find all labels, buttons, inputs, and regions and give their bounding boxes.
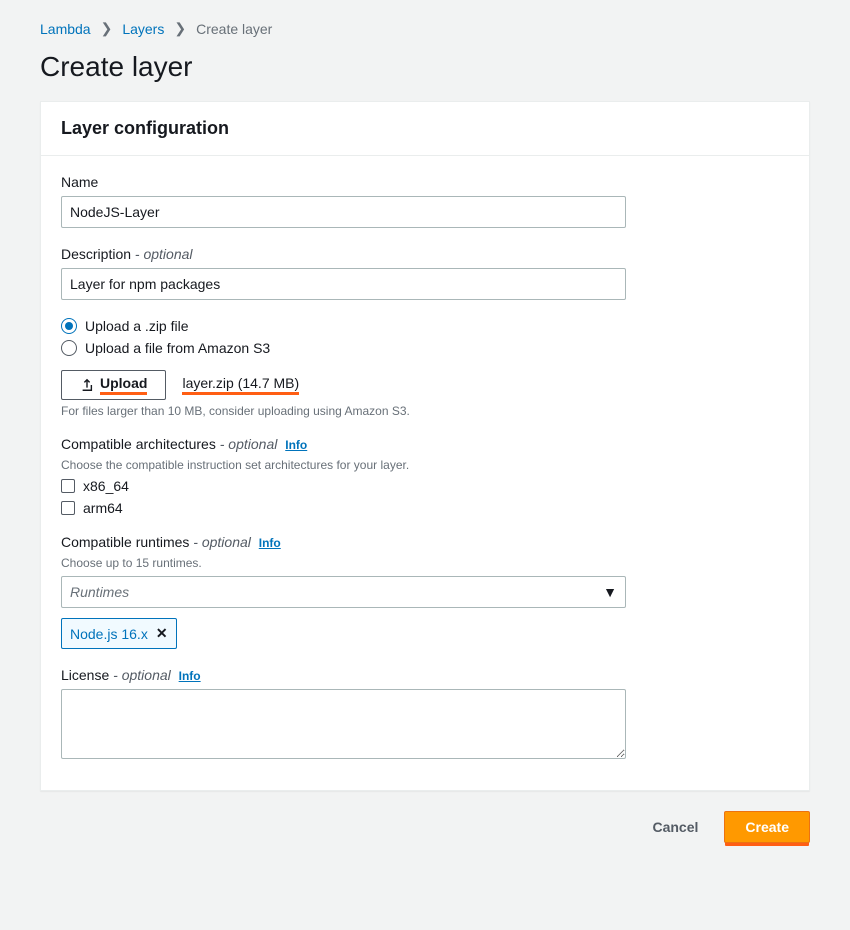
name-field: Name xyxy=(61,174,789,228)
architectures-label: Compatible architectures xyxy=(61,436,216,452)
radio-icon xyxy=(61,340,77,356)
description-field: Description - optional xyxy=(61,246,789,300)
radio-icon xyxy=(61,318,77,334)
description-label: Description xyxy=(61,246,131,262)
architectures-field: Compatible architectures - optional Info… xyxy=(61,436,789,516)
create-button[interactable]: Create xyxy=(724,811,810,843)
name-label: Name xyxy=(61,174,98,190)
chevron-right-icon: ❯ xyxy=(101,20,113,37)
checkbox-icon xyxy=(61,479,75,493)
breadcrumb-layers[interactable]: Layers xyxy=(122,21,164,37)
breadcrumb-current: Create layer xyxy=(196,21,272,37)
upload-help: For files larger than 10 MB, consider up… xyxy=(61,404,789,418)
license-label: License xyxy=(61,667,109,683)
radio-upload-zip-label: Upload a .zip file xyxy=(85,318,189,334)
cancel-button[interactable]: Cancel xyxy=(640,811,710,843)
radio-upload-s3-label: Upload a file from Amazon S3 xyxy=(85,340,270,356)
form-footer: Cancel Create xyxy=(40,811,810,843)
panel-heading: Layer configuration xyxy=(41,102,809,156)
upload-icon xyxy=(80,378,94,392)
radio-upload-zip[interactable]: Upload a .zip file xyxy=(61,318,789,334)
upload-button[interactable]: Upload xyxy=(61,370,166,400)
source-field: Upload a .zip file Upload a file from Am… xyxy=(61,318,789,418)
checkbox-arm64-label: arm64 xyxy=(83,500,123,516)
breadcrumb: Lambda ❯ Layers ❯ Create layer xyxy=(40,20,810,37)
uploaded-file-name: layer.zip (14.7 MB) xyxy=(182,375,299,395)
chevron-right-icon: ❯ xyxy=(174,20,186,37)
description-optional: - optional xyxy=(135,246,193,262)
runtimes-field: Compatible runtimes - optional Info Choo… xyxy=(61,534,789,649)
license-input[interactable] xyxy=(61,689,626,759)
runtimes-info-link[interactable]: Info xyxy=(259,536,281,550)
license-info-link[interactable]: Info xyxy=(179,669,201,683)
license-optional: - optional xyxy=(113,667,171,683)
runtimes-optional: - optional xyxy=(193,534,251,550)
description-input[interactable] xyxy=(61,268,626,300)
runtime-token-label: Node.js 16.x xyxy=(70,626,148,642)
runtimes-help: Choose up to 15 runtimes. xyxy=(61,556,789,570)
architectures-info-link[interactable]: Info xyxy=(285,438,307,452)
checkbox-x86-label: x86_64 xyxy=(83,478,129,494)
runtimes-select[interactable]: Runtimes ▼ xyxy=(61,576,626,608)
license-field: License - optional Info xyxy=(61,667,789,762)
upload-button-label: Upload xyxy=(100,375,147,395)
radio-upload-s3[interactable]: Upload a file from Amazon S3 xyxy=(61,340,789,356)
architectures-optional: - optional xyxy=(220,436,278,452)
runtimes-label: Compatible runtimes xyxy=(61,534,189,550)
runtime-token: Node.js 16.x ✕ xyxy=(61,618,177,649)
page-title: Create layer xyxy=(40,51,810,83)
layer-config-panel: Layer configuration Name Description - o… xyxy=(40,101,810,791)
breadcrumb-lambda[interactable]: Lambda xyxy=(40,21,91,37)
close-icon[interactable]: ✕ xyxy=(156,625,168,642)
runtimes-placeholder: Runtimes xyxy=(70,584,129,600)
name-input[interactable] xyxy=(61,196,626,228)
architectures-help: Choose the compatible instruction set ar… xyxy=(61,458,789,472)
checkbox-x86[interactable]: x86_64 xyxy=(61,478,789,494)
chevron-down-icon: ▼ xyxy=(603,584,617,600)
checkbox-arm64[interactable]: arm64 xyxy=(61,500,789,516)
checkbox-icon xyxy=(61,501,75,515)
